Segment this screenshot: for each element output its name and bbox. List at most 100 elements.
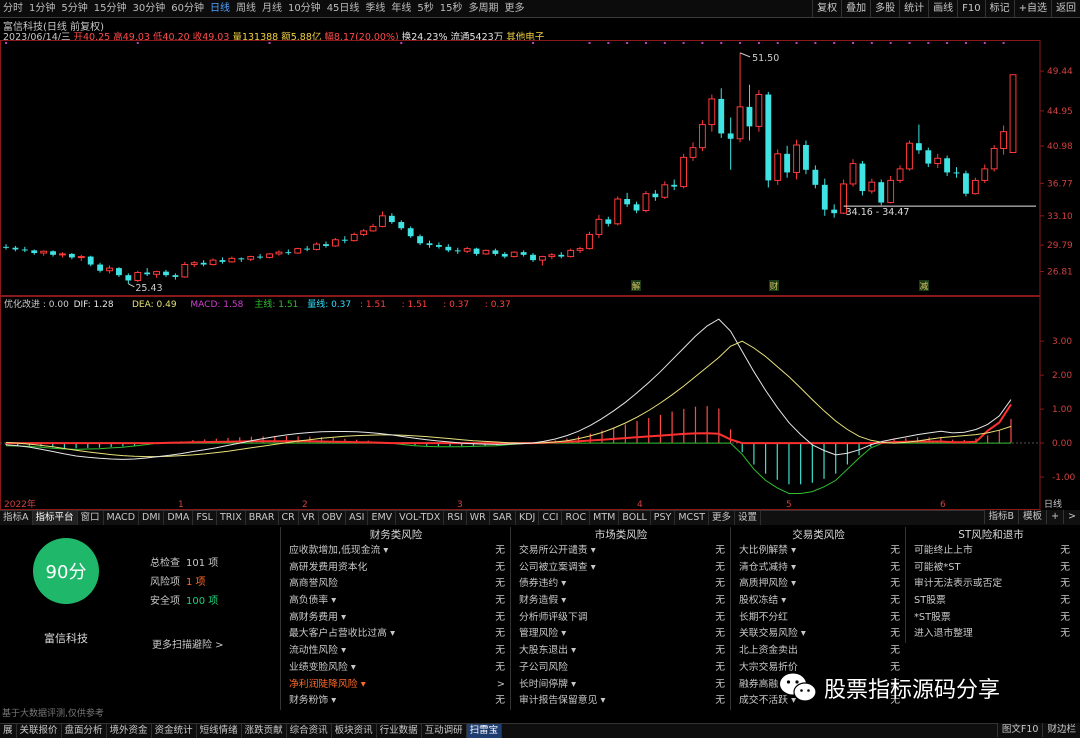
candle[interactable] xyxy=(530,253,536,262)
candle[interactable] xyxy=(953,167,960,178)
status-tab-1[interactable]: 关联报价 xyxy=(17,724,62,738)
indicator-tab-20[interactable]: ROC xyxy=(562,511,591,525)
risk-row[interactable]: 最大客户占营收比过高 ▾ 无 xyxy=(281,626,511,643)
indicator-tab-25[interactable]: 更多 xyxy=(709,511,736,525)
risk-row[interactable]: 财务造假 ▾ 无 xyxy=(511,593,731,610)
candle[interactable] xyxy=(407,226,414,238)
candle[interactable] xyxy=(417,234,424,246)
candle[interactable] xyxy=(313,242,320,251)
candle[interactable] xyxy=(595,214,603,238)
candle[interactable] xyxy=(445,244,452,253)
risk-row[interactable]: 清仓式减持 ▾ 无 xyxy=(731,560,906,577)
indicator-tab-right-0[interactable]: 指标B xyxy=(983,510,1019,524)
candle[interactable] xyxy=(304,245,311,252)
candle[interactable] xyxy=(219,257,226,264)
candle[interactable] xyxy=(736,52,744,143)
risk-row[interactable]: 关联交易风险 ▾ 无 xyxy=(731,626,906,643)
candle[interactable] xyxy=(426,240,433,248)
risk-row[interactable]: 进入退市整理 无 xyxy=(906,626,1076,643)
period-tab-7[interactable]: 周线 xyxy=(233,0,259,17)
candle[interactable] xyxy=(50,250,56,257)
candle[interactable] xyxy=(473,247,480,256)
status-tab-8[interactable]: 板块资讯 xyxy=(332,724,377,738)
indicator-tab-4[interactable]: DMI xyxy=(139,511,165,525)
candle[interactable] xyxy=(689,142,697,161)
candle[interactable] xyxy=(153,270,160,278)
risk-row[interactable]: 可能终止上市 无 xyxy=(906,543,1076,560)
macd-indicator-chart[interactable]: 优化改进 : 0.00 DIF: 1.28 DEA: 0.49 MACD: 1.58 主… xyxy=(0,296,1080,510)
candle[interactable] xyxy=(803,140,809,175)
indicator-tab-19[interactable]: CCI xyxy=(539,511,563,525)
candle[interactable] xyxy=(520,250,527,257)
candle[interactable] xyxy=(398,220,405,230)
toolbar-button-0[interactable]: 复权 xyxy=(812,0,841,17)
candle[interactable] xyxy=(463,246,471,254)
candle[interactable] xyxy=(125,273,132,284)
period-tab-11[interactable]: 季线 xyxy=(362,0,388,17)
candle[interactable] xyxy=(12,245,19,252)
risk-row[interactable]: 流动性风险 ▾ 无 xyxy=(281,643,511,660)
candle[interactable] xyxy=(388,213,395,224)
risk-row[interactable]: 高研发费用资本化 无 xyxy=(281,560,511,577)
period-tab-16[interactable]: 更多 xyxy=(502,0,528,17)
candle[interactable] xyxy=(755,90,763,132)
candle[interactable] xyxy=(134,270,142,283)
candle[interactable] xyxy=(765,91,772,188)
toolbar-button-3[interactable]: 统计 xyxy=(899,0,928,17)
candle[interactable] xyxy=(294,247,302,254)
candle[interactable] xyxy=(106,265,113,274)
candle[interactable] xyxy=(59,252,66,258)
risk-row[interactable]: 公司被立案调查 ▾ 无 xyxy=(511,560,731,577)
candle[interactable] xyxy=(435,242,442,249)
candle[interactable] xyxy=(944,155,951,176)
candle[interactable] xyxy=(925,147,932,168)
risk-row[interactable]: 审计报告保留意见 ▾ 无 xyxy=(511,693,731,710)
candle[interactable] xyxy=(539,255,546,266)
indicator-tab-3[interactable]: MACD xyxy=(104,511,140,525)
candle[interactable] xyxy=(812,165,819,189)
candle[interactable] xyxy=(68,253,75,260)
candle[interactable] xyxy=(482,249,490,255)
period-tab-13[interactable]: 5秒 xyxy=(414,0,436,17)
indicator-tab-14[interactable]: VOL-TDX xyxy=(396,511,445,525)
candle[interactable] xyxy=(971,177,979,195)
status-right-1[interactable]: 财边栏 xyxy=(1042,723,1080,737)
indicator-tab-2[interactable]: 窗口 xyxy=(78,511,104,525)
candle[interactable] xyxy=(257,253,264,260)
indicator-tab-26[interactable]: 设置 xyxy=(735,511,762,525)
candle[interactable] xyxy=(144,268,151,277)
risk-row[interactable]: 大股东退出 ▾ 无 xyxy=(511,643,731,660)
candle[interactable] xyxy=(981,164,989,184)
candle[interactable] xyxy=(341,236,348,244)
toolbar-button-2[interactable]: 多股 xyxy=(870,0,899,17)
candle[interactable] xyxy=(369,223,377,232)
candle[interactable] xyxy=(87,255,94,267)
candle[interactable] xyxy=(350,232,358,242)
candle[interactable] xyxy=(774,149,782,185)
candle[interactable] xyxy=(172,273,179,280)
risk-row[interactable]: 股权冻结 ▾ 无 xyxy=(731,593,906,610)
indicator-tab-15[interactable]: RSI xyxy=(444,511,467,525)
indicator-tab-23[interactable]: PSY xyxy=(651,511,676,525)
candle[interactable] xyxy=(915,124,922,154)
candle[interactable] xyxy=(379,211,386,228)
indicator-tab-8[interactable]: BRAR xyxy=(246,511,279,525)
risk-row[interactable]: 高质押风险 ▾ 无 xyxy=(731,576,906,593)
toolbar-button-4[interactable]: 画线 xyxy=(928,0,957,17)
risk-row[interactable]: 高商誉风险 无 xyxy=(281,576,511,593)
candle[interactable] xyxy=(1000,125,1008,155)
candle[interactable] xyxy=(567,248,575,258)
candle[interactable] xyxy=(614,196,622,226)
risk-row[interactable]: 高财务费用 ▾ 无 xyxy=(281,610,511,627)
candle[interactable] xyxy=(3,244,9,250)
status-tab-7[interactable]: 综合资讯 xyxy=(287,724,332,738)
candle[interactable] xyxy=(247,255,255,261)
status-tab-3[interactable]: 境外资金 xyxy=(107,724,152,738)
candle[interactable] xyxy=(275,250,283,256)
toolbar-button-1[interactable]: 叠加 xyxy=(841,0,870,17)
risk-row[interactable]: 审计无法表示或否定 无 xyxy=(906,576,1076,593)
indicator-tab-24[interactable]: MCST xyxy=(675,511,710,525)
candle[interactable] xyxy=(323,241,329,248)
indicator-tab-1[interactable]: 指标平台 xyxy=(32,511,78,525)
indicator-tab-18[interactable]: KDJ xyxy=(516,511,540,525)
